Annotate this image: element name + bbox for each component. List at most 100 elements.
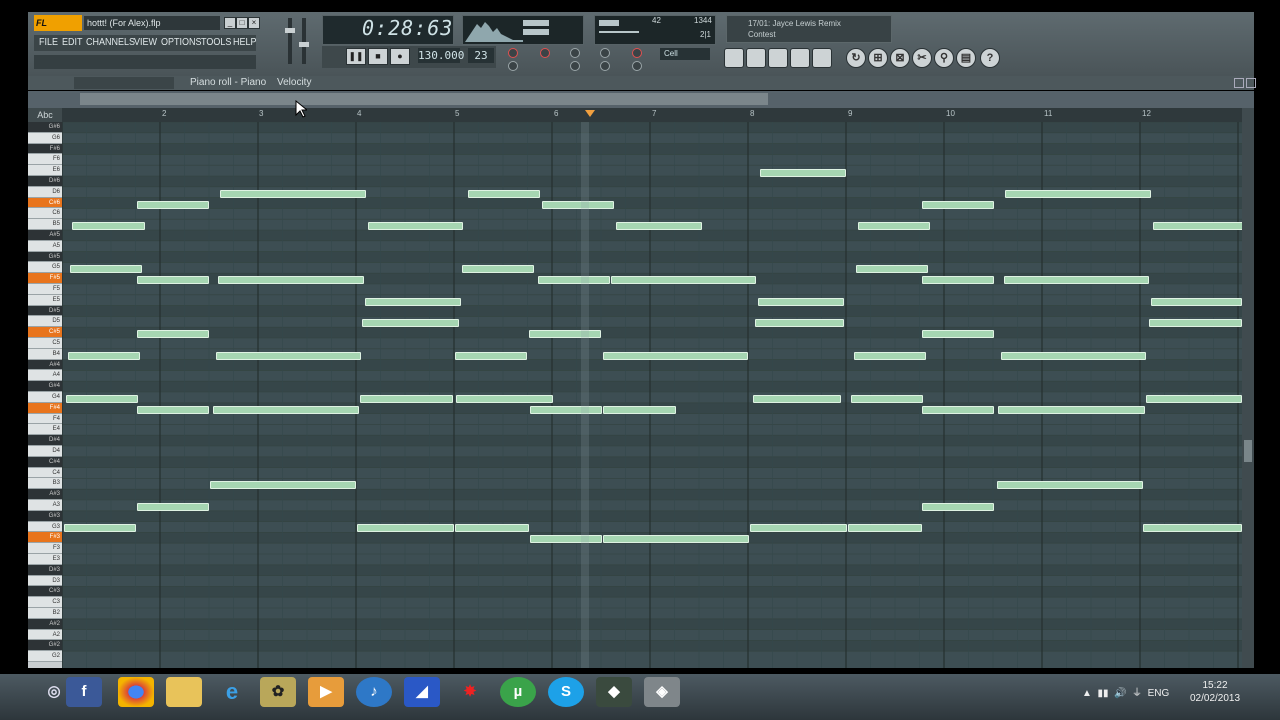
bar-number[interactable]: 8	[750, 109, 754, 118]
app-red-icon[interactable]: ✸	[452, 677, 488, 707]
bar-number[interactable]: 6	[554, 109, 558, 118]
taskbar-clock[interactable]: 15:22 02/02/2013	[1190, 680, 1240, 704]
midi-note[interactable]	[538, 276, 610, 284]
midi-note[interactable]	[1151, 298, 1242, 306]
midi-note[interactable]	[851, 395, 923, 403]
media-player-icon[interactable]: ▶	[308, 677, 344, 707]
piano-roll-title[interactable]: Piano roll - Piano	[190, 77, 266, 88]
piano-key[interactable]: A#2	[28, 618, 62, 630]
piano-roll-button[interactable]	[768, 48, 788, 68]
piano-key[interactable]: F6	[28, 154, 62, 166]
midi-note[interactable]	[64, 524, 136, 532]
app-blue-icon[interactable]: ◢	[404, 677, 440, 707]
metronome-icon[interactable]	[600, 48, 610, 58]
piano-key[interactable]: A3	[28, 500, 62, 511]
midi-note[interactable]	[1149, 319, 1242, 327]
pause-button[interactable]: ❚❚	[346, 48, 366, 65]
piano-key[interactable]: C#5	[28, 327, 62, 338]
tools-icon[interactable]: ✂	[912, 48, 932, 68]
fl-studio-taskbar-icon[interactable]: ✿	[260, 677, 296, 707]
piano-roll-close-icon[interactable]	[1246, 78, 1256, 88]
piano-key[interactable]: A2	[28, 629, 62, 641]
time-display[interactable]: 0:28:63	[362, 16, 453, 40]
master-pitch-slider[interactable]	[302, 18, 306, 64]
system-tray[interactable]: ▲ ▮▮ 🔊 ⏚ ENG	[1082, 684, 1169, 699]
midi-note[interactable]	[365, 298, 461, 306]
step-sequencer-button[interactable]	[746, 48, 766, 68]
snap-selector[interactable]: Cell	[660, 48, 710, 60]
piano-key[interactable]: G5	[28, 262, 62, 274]
midi-note[interactable]	[611, 276, 756, 284]
midi-note[interactable]	[1153, 222, 1242, 230]
bar-number[interactable]: 3	[259, 109, 263, 118]
app-gray-icon[interactable]: ◈	[644, 677, 680, 707]
piano-key[interactable]: D#6	[28, 176, 62, 187]
midi-note[interactable]	[603, 352, 748, 360]
midi-note[interactable]	[530, 406, 602, 414]
menu-help[interactable]: HELP	[233, 35, 257, 51]
pattern-number[interactable]: 23	[468, 48, 494, 63]
midi-note[interactable]	[213, 406, 359, 414]
piano-key[interactable]: D#4	[28, 435, 62, 446]
piano-key[interactable]: A#4	[28, 359, 62, 371]
bar-number[interactable]: 9	[848, 109, 852, 118]
midi-note[interactable]	[66, 395, 138, 403]
piano-key[interactable]: F#3	[28, 532, 62, 544]
utorrent-icon[interactable]: µ	[500, 677, 536, 707]
piano-key[interactable]: A4	[28, 370, 62, 382]
midi-note[interactable]	[858, 222, 930, 230]
midi-note[interactable]	[922, 406, 994, 414]
midi-note[interactable]	[848, 524, 922, 532]
tempo-display[interactable]: 130.000	[418, 48, 464, 63]
midi-note[interactable]	[530, 535, 602, 543]
key-label-toggle[interactable]: Abc	[28, 108, 62, 122]
internet-explorer-icon[interactable]: e	[214, 677, 250, 707]
midi-note[interactable]	[218, 276, 364, 284]
horizontal-scroll-thumb[interactable]	[80, 93, 768, 105]
piano-key[interactable]: B3	[28, 478, 62, 490]
piano-key[interactable]: D#3	[28, 564, 62, 576]
midi-note[interactable]	[603, 535, 749, 543]
piano-key[interactable]: C#4	[28, 456, 62, 468]
itunes-icon[interactable]: ♪	[356, 677, 392, 707]
piano-key[interactable]: C5	[28, 338, 62, 349]
piano-key[interactable]: A#3	[28, 489, 62, 500]
skype-icon[interactable]: S	[548, 677, 584, 707]
piano-key[interactable]: F5	[28, 284, 62, 295]
piano-key[interactable]: G#4	[28, 381, 62, 392]
stop-button[interactable]: ■	[368, 48, 388, 65]
master-volume-knob[interactable]	[285, 28, 295, 33]
piano-roll-tools[interactable]	[74, 77, 174, 89]
step-mode-icon[interactable]	[540, 48, 550, 58]
piano-key[interactable]: C#3	[28, 586, 62, 598]
midi-note[interactable]	[368, 222, 463, 230]
midi-note[interactable]	[750, 524, 847, 532]
midi-note[interactable]	[216, 352, 361, 360]
midi-note[interactable]	[529, 330, 601, 338]
facebook-icon[interactable]: f	[66, 677, 102, 707]
master-volume-slider[interactable]	[288, 18, 292, 64]
project-browser-icon[interactable]: ⊠	[890, 48, 910, 68]
notepad-icon[interactable]: ▤	[956, 48, 976, 68]
piano-key[interactable]: E6	[28, 165, 62, 176]
piano-key[interactable]: G#6	[28, 122, 62, 133]
midi-note[interactable]	[922, 503, 994, 511]
midi-note[interactable]	[856, 265, 928, 273]
midi-note[interactable]	[758, 298, 844, 306]
midi-note[interactable]	[455, 524, 529, 532]
search-icon[interactable]: ⚲	[934, 48, 954, 68]
midi-note[interactable]	[137, 201, 209, 209]
file-explorer-icon[interactable]	[166, 677, 202, 707]
midi-note[interactable]	[1005, 190, 1151, 198]
piano-key[interactable]: E5	[28, 294, 62, 306]
master-pitch-knob[interactable]	[299, 42, 309, 47]
vertical-scrollbar[interactable]	[1242, 108, 1254, 668]
midi-note[interactable]	[210, 481, 356, 489]
piano-key[interactable]: G2	[28, 651, 62, 662]
menu-edit[interactable]: EDIT	[62, 35, 83, 51]
snap-icon[interactable]	[600, 61, 610, 71]
piano-key[interactable]: F#6	[28, 143, 62, 155]
midi-note[interactable]	[137, 406, 209, 414]
menu-view[interactable]: VIEW	[134, 35, 157, 51]
browser-button[interactable]	[790, 48, 810, 68]
